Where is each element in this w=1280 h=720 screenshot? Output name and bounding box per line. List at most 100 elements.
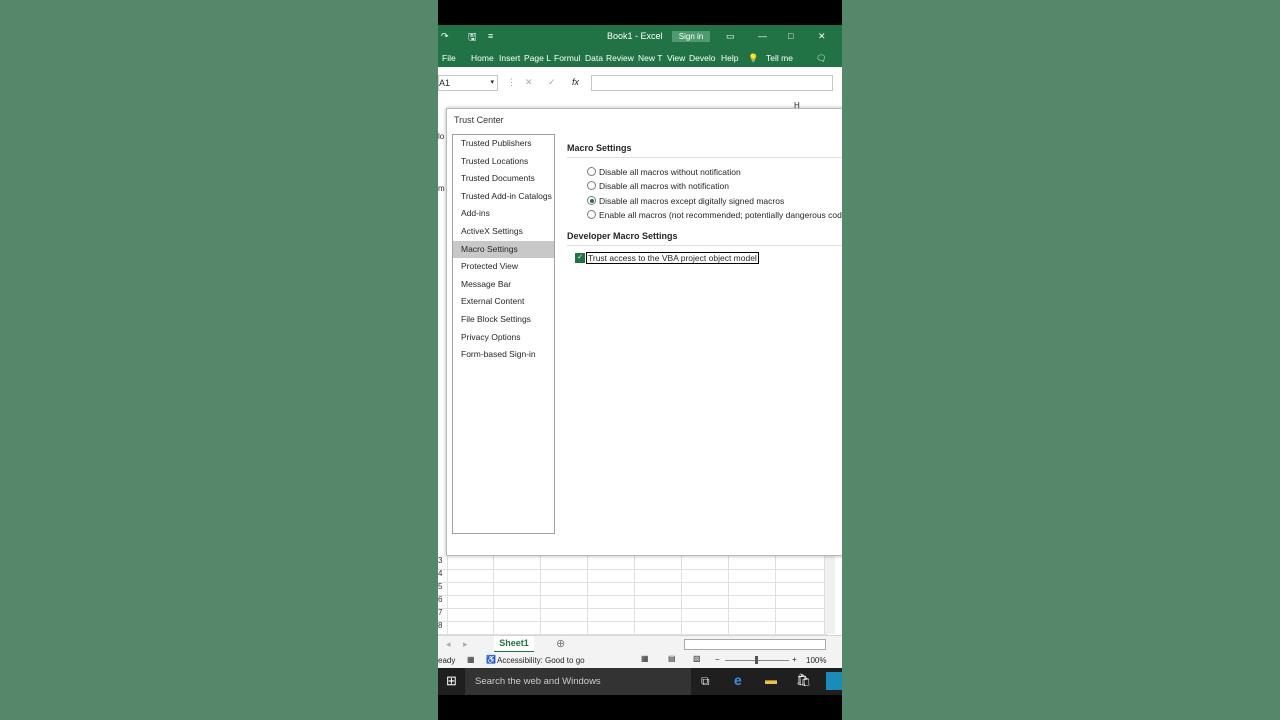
accessibility-status[interactable]: Accessibility: Good to go — [497, 656, 585, 665]
prev-sheet-icon[interactable]: ◂ — [446, 639, 451, 650]
tab-review[interactable]: Review — [606, 53, 634, 63]
table-row: 4 — [438, 569, 828, 583]
radio-label[interactable]: Disable all macros with notification — [599, 181, 729, 191]
title-bar: ↷ 🖫 ≡ Book1 - Excel Sign in ▭ — □ ✕ — [438, 25, 842, 49]
normal-view-icon[interactable]: ▦ — [641, 654, 649, 663]
tab-page-layout[interactable]: Page L — [524, 53, 551, 63]
tab-home[interactable]: Home — [471, 53, 494, 63]
window-title: Book1 - Excel — [607, 31, 663, 41]
horizontal-scrollbar[interactable] — [684, 639, 826, 650]
screen-frame: ↷ 🖫 ≡ Book1 - Excel Sign in ▭ — □ ✕ File… — [438, 0, 842, 720]
page-break-icon[interactable]: ▧ — [693, 654, 701, 663]
radio-enable-all[interactable] — [587, 210, 596, 219]
nav-item-macro-settings[interactable]: Macro Settings — [453, 240, 554, 258]
name-box-value: A1 — [439, 78, 451, 88]
cut-text: m — [438, 184, 445, 193]
save-icon[interactable]: 🖫 — [468, 30, 477, 47]
grid-line — [634, 556, 635, 634]
file-explorer-icon[interactable]: ▬ — [765, 673, 777, 687]
taskbar: ⊞ Search the web and Windows ⧉ e ▬ 🛍 — [438, 668, 842, 695]
nav-item-external-content[interactable]: External Content — [453, 293, 554, 310]
dialog-title: Trust Center — [454, 115, 504, 125]
enter-icon[interactable]: ✓ — [548, 77, 556, 88]
nav-item-file-block-settings[interactable]: File Block Settings — [453, 311, 554, 328]
tab-insert[interactable]: Insert — [499, 53, 520, 63]
table-row: 3 — [438, 556, 828, 570]
tab-data[interactable]: Data — [585, 53, 603, 63]
app-icon[interactable] — [826, 672, 842, 690]
close-icon[interactable]: ✕ — [818, 31, 826, 42]
nav-item-trusted-locations[interactable]: Trusted Locations — [453, 153, 554, 170]
vertical-scrollbar[interactable] — [824, 556, 835, 634]
grid-line — [587, 556, 588, 634]
nav-item-message-bar[interactable]: Message Bar — [453, 276, 554, 293]
trust-center-dialog: Trust Center Trusted Publishers Trusted … — [446, 108, 842, 556]
nav-item-privacy-options[interactable]: Privacy Options — [453, 329, 554, 346]
vba-access-checkbox[interactable]: ✓ — [575, 253, 585, 263]
zoom-level[interactable]: 100% — [806, 656, 826, 665]
comments-icon[interactable]: 🗨 — [816, 53, 827, 64]
nav-item-addins[interactable]: Add-ins — [453, 205, 554, 222]
table-row: 5 — [438, 582, 828, 596]
grid-line — [493, 556, 494, 634]
tab-help[interactable]: Help — [721, 53, 738, 63]
formula-bar: A1 ▾ ⋮ ✕ ✓ fx — [438, 67, 842, 100]
radio-disable-no-notification[interactable] — [587, 167, 596, 176]
zoom-out-icon[interactable]: − — [715, 655, 720, 664]
trust-center-nav: Trusted Publishers Trusted Locations Tru… — [452, 134, 555, 534]
edge-icon[interactable]: e — [734, 672, 742, 688]
add-sheet-icon[interactable]: ⊕ — [556, 637, 565, 650]
radio-label[interactable]: Disable all macros except digitally sign… — [599, 196, 784, 206]
cancel-icon[interactable]: ✕ — [525, 77, 533, 88]
vba-access-label[interactable]: Trust access to the VBA project object m… — [586, 252, 759, 264]
minimize-icon[interactable]: — — [758, 31, 767, 41]
table-row: 6 — [438, 595, 828, 609]
windows-start-icon[interactable]: ⊞ — [446, 673, 457, 689]
radio-label[interactable]: Enable all macros (not recommended; pote… — [599, 210, 842, 220]
radio-label[interactable]: Disable all macros without notification — [599, 167, 741, 177]
nav-item-form-based-signin[interactable]: Form-based Sign-in — [453, 346, 554, 363]
next-sheet-icon[interactable]: ▸ — [463, 639, 468, 650]
name-box[interactable]: A1 ▾ — [438, 75, 498, 91]
nav-item-protected-view[interactable]: Protected View — [453, 258, 554, 275]
ribbon-display-icon[interactable]: ▭ — [726, 31, 735, 42]
grid-line — [775, 556, 776, 634]
task-view-icon[interactable]: ⧉ — [701, 674, 710, 689]
store-icon[interactable]: 🛍 — [796, 673, 811, 687]
tab-developer[interactable]: Develo — [689, 53, 715, 63]
taskbar-search-placeholder: Search the web and Windows — [475, 676, 601, 687]
formula-input[interactable] — [591, 75, 833, 91]
insert-function-icon[interactable]: fx — [572, 77, 579, 87]
radio-disable-with-notification[interactable] — [587, 181, 596, 190]
taskbar-search-box[interactable]: Search the web and Windows — [465, 668, 691, 695]
tab-new[interactable]: New T — [638, 53, 662, 63]
macro-record-icon[interactable]: ▦ — [467, 655, 475, 664]
tab-file[interactable]: File — [442, 53, 456, 63]
tell-me-search[interactable]: Tell me — [766, 53, 793, 63]
nav-item-trusted-publishers[interactable]: Trusted Publishers — [453, 135, 554, 152]
page-layout-icon[interactable]: ▤ — [668, 654, 676, 663]
developer-macro-settings-heading: Developer Macro Settings — [567, 231, 678, 241]
accessibility-icon[interactable]: ♿ — [486, 655, 496, 664]
divider — [567, 157, 842, 158]
status-ready: eady — [438, 656, 456, 665]
sheet-tab-bar: ◂ ▸ Sheet1 ⊕ — [438, 635, 842, 653]
zoom-slider-thumb[interactable] — [755, 656, 758, 664]
nav-item-activex-settings[interactable]: ActiveX Settings — [453, 223, 554, 240]
nav-item-trusted-addin-catalogs[interactable]: Trusted Add-in Catalogs — [453, 188, 554, 205]
tab-view[interactable]: View — [667, 53, 685, 63]
customize-qat-icon[interactable]: ≡ — [488, 31, 493, 41]
nav-item-trusted-documents[interactable]: Trusted Documents — [453, 170, 554, 187]
radio-disable-except-signed[interactable] — [587, 196, 596, 205]
grid-line — [447, 556, 448, 634]
chevron-down-icon[interactable]: ▾ — [490, 76, 494, 90]
grid-line — [681, 556, 682, 634]
tab-formulas[interactable]: Formul — [554, 53, 580, 63]
sheet-tab[interactable]: Sheet1 — [494, 636, 534, 653]
redo-icon[interactable]: ↷ — [441, 31, 449, 42]
zoom-in-icon[interactable]: + — [792, 655, 797, 664]
lightbulb-icon: 💡 — [748, 53, 759, 63]
maximize-icon[interactable]: □ — [788, 31, 793, 41]
sign-in-button[interactable]: Sign in — [672, 31, 710, 42]
grid-line — [540, 556, 541, 634]
